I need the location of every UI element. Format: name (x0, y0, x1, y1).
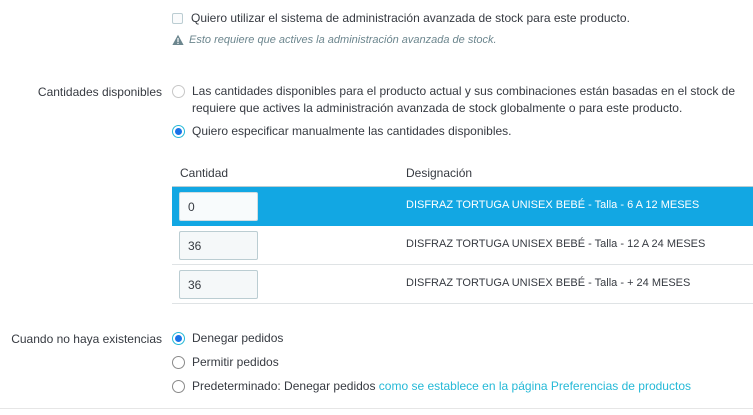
allow-orders-label: Permitir pedidos (192, 355, 279, 369)
stock-based-label-line1: Las cantidades disponibles para el produ… (192, 84, 736, 98)
allow-orders-radio[interactable] (172, 356, 185, 369)
stock-based-label-line2: requiere que actives la administración a… (192, 101, 683, 115)
manual-label: Quiero especificar manualmente las canti… (192, 124, 512, 138)
stock-settings-panel: Quiero utilizar el sistema de administra… (0, 0, 753, 415)
table-row[interactable]: DISFRAZ TORTUGA UNISEX BEBÉ - Talla - 6 … (172, 187, 753, 226)
warning-icon (172, 34, 184, 46)
advanced-stock-label: Quiero utilizar el sistema de administra… (191, 11, 630, 25)
advanced-stock-checkbox[interactable] (172, 12, 183, 24)
manual-radio[interactable] (172, 125, 185, 138)
option-allow-orders[interactable]: Permitir pedidos (172, 354, 279, 371)
default-prefix: Predeterminado: Denegar pedidos (192, 379, 376, 393)
designation-cell: DISFRAZ TORTUGA UNISEX BEBÉ - Talla - 6 … (406, 199, 700, 211)
option-deny-orders[interactable]: Denegar pedidos (172, 330, 283, 347)
preferences-link[interactable]: como se establece en la página Preferenc… (379, 379, 691, 393)
advanced-stock-option[interactable]: Quiero utilizar el sistema de administra… (172, 11, 630, 25)
deny-orders-label: Denegar pedidos (192, 331, 284, 345)
option-manual[interactable]: Quiero especificar manualmente las canti… (172, 123, 512, 140)
option-default[interactable]: Predeterminado: Denegar pedidos como se … (172, 378, 691, 395)
quantity-input[interactable] (179, 192, 258, 221)
quantities-table: Cantidad Designación DISFRAZ TORTUGA UNI… (172, 158, 753, 304)
available-quantities-label: Cantidades disponibles (37, 85, 162, 99)
out-of-stock-label: Cuando no haya existencias (11, 332, 162, 346)
table-row[interactable]: DISFRAZ TORTUGA UNISEX BEBÉ - Talla - + … (172, 265, 753, 304)
table-header: Cantidad Designación (172, 158, 753, 187)
default-label: Predeterminado: Denegar pedidos como se … (192, 378, 691, 395)
stock-based-radio[interactable] (172, 85, 185, 98)
warning-text: Esto requiere que actives la administrac… (189, 34, 497, 46)
header-designation: Designación (406, 166, 473, 180)
table-row[interactable]: DISFRAZ TORTUGA UNISEX BEBÉ - Talla - 12… (172, 226, 753, 265)
deny-orders-radio[interactable] (172, 332, 185, 345)
quantity-input[interactable] (179, 231, 258, 260)
default-radio[interactable] (172, 380, 185, 393)
advanced-stock-warning: Esto requiere que actives la administrac… (172, 34, 497, 46)
header-quantity: Cantidad (180, 166, 229, 180)
designation-cell: DISFRAZ TORTUGA UNISEX BEBÉ - Talla - 12… (406, 238, 706, 250)
quantity-input[interactable] (179, 270, 258, 299)
designation-cell: DISFRAZ TORTUGA UNISEX BEBÉ - Talla - + … (406, 277, 691, 289)
option-stock-based[interactable]: Las cantidades disponibles para el produ… (172, 83, 735, 117)
stock-based-label: Las cantidades disponibles para el produ… (192, 83, 735, 117)
divider (0, 408, 753, 409)
